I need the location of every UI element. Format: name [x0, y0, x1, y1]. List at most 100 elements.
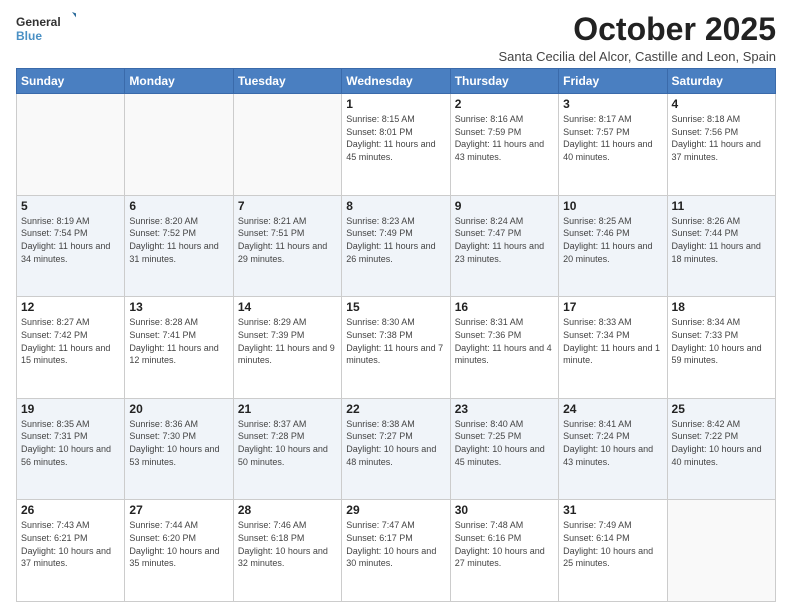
day-info: Sunrise: 8:41 AM Sunset: 7:24 PM Dayligh…: [563, 418, 662, 468]
day-info: Sunrise: 8:42 AM Sunset: 7:22 PM Dayligh…: [672, 418, 771, 468]
day-number: 25: [672, 402, 771, 416]
calendar-cell-w5d3: 28 Sunrise: 7:46 AM Sunset: 6:18 PM Dayli…: [233, 500, 341, 602]
calendar-cell-w4d2: 20 Sunrise: 8:36 AM Sunset: 7:30 PM Dayli…: [125, 398, 233, 500]
col-tuesday: Tuesday: [233, 69, 341, 94]
calendar-cell-w4d3: 21Sunrise: 8:37 AM Sunset: 7:28 PM Dayli…: [233, 398, 341, 500]
day-number: 10: [563, 199, 662, 213]
day-number: 22: [346, 402, 445, 416]
day-number: 2: [455, 97, 554, 111]
day-info: Sunrise: 8:20 AM Sunset: 7:52 PM Dayligh…: [129, 215, 228, 265]
day-info: Sunrise: 8:36 AM Sunset: 7:30 PM Dayligh…: [129, 418, 228, 468]
day-number: 6: [129, 199, 228, 213]
calendar-cell-w3d6: 17 Sunrise: 8:33 AM Sunset: 7:34 PM Dayli…: [559, 297, 667, 399]
day-info: Sunrise: 8:24 AM Sunset: 7:47 PM Dayligh…: [455, 215, 554, 265]
day-number: 30: [455, 503, 554, 517]
calendar-cell-w3d3: 14 Sunrise: 8:29 AM Sunset: 7:39 PM Dayli…: [233, 297, 341, 399]
calendar-cell-w2d7: 11 Sunrise: 8:26 AM Sunset: 7:44 PM Dayli…: [667, 195, 775, 297]
day-info: Sunrise: 8:25 AM Sunset: 7:46 PM Dayligh…: [563, 215, 662, 265]
calendar-cell-w2d6: 10 Sunrise: 8:25 AM Sunset: 7:46 PM Dayli…: [559, 195, 667, 297]
day-number: 8: [346, 199, 445, 213]
day-info: Sunrise: 7:48 AM Sunset: 6:16 PM Dayligh…: [455, 519, 554, 569]
calendar-cell-w3d2: 13 Sunrise: 8:28 AM Sunset: 7:41 PM Dayli…: [125, 297, 233, 399]
week-row-5: 26Sunrise: 7:43 AM Sunset: 6:21 PM Dayli…: [17, 500, 776, 602]
day-info: Sunrise: 8:18 AM Sunset: 7:56 PM Dayligh…: [672, 113, 771, 163]
day-info: Sunrise: 8:28 AM Sunset: 7:41 PM Dayligh…: [129, 316, 228, 366]
logo: General Blue: [16, 12, 76, 48]
calendar-cell-w2d4: 8 Sunrise: 8:23 AM Sunset: 7:49 PM Daylig…: [342, 195, 450, 297]
day-info: Sunrise: 7:43 AM Sunset: 6:21 PM Dayligh…: [21, 519, 120, 569]
day-info: Sunrise: 7:47 AM Sunset: 6:17 PM Dayligh…: [346, 519, 445, 569]
calendar-cell-w1d4: 1Sunrise: 8:15 AM Sunset: 8:01 PM Daylig…: [342, 94, 450, 196]
calendar-cell-w3d1: 12Sunrise: 8:27 AM Sunset: 7:42 PM Dayli…: [17, 297, 125, 399]
day-number: 9: [455, 199, 554, 213]
col-wednesday: Wednesday: [342, 69, 450, 94]
col-sunday: Sunday: [17, 69, 125, 94]
day-number: 11: [672, 199, 771, 213]
col-saturday: Saturday: [667, 69, 775, 94]
calendar-cell-w5d6: 31 Sunrise: 7:49 AM Sunset: 6:14 PM Dayli…: [559, 500, 667, 602]
day-number: 5: [21, 199, 120, 213]
day-info: Sunrise: 8:26 AM Sunset: 7:44 PM Dayligh…: [672, 215, 771, 265]
day-info: Sunrise: 7:46 AM Sunset: 6:18 PM Dayligh…: [238, 519, 337, 569]
day-number: 29: [346, 503, 445, 517]
calendar-cell-w3d7: 18Sunrise: 8:34 AM Sunset: 7:33 PM Dayli…: [667, 297, 775, 399]
calendar-cell-w3d4: 15 Sunrise: 8:30 AM Sunset: 7:38 PM Dayli…: [342, 297, 450, 399]
day-info: Sunrise: 8:33 AM Sunset: 7:34 PM Dayligh…: [563, 316, 662, 366]
day-info: Sunrise: 8:19 AM Sunset: 7:54 PM Dayligh…: [21, 215, 120, 265]
day-number: 31: [563, 503, 662, 517]
calendar-cell-w1d1: [17, 94, 125, 196]
day-number: 7: [238, 199, 337, 213]
week-row-4: 19Sunrise: 8:35 AM Sunset: 7:31 PM Dayli…: [17, 398, 776, 500]
day-info: Sunrise: 7:49 AM Sunset: 6:14 PM Dayligh…: [563, 519, 662, 569]
day-info: Sunrise: 8:31 AM Sunset: 7:36 PM Dayligh…: [455, 316, 554, 366]
day-info: Sunrise: 8:38 AM Sunset: 7:27 PM Dayligh…: [346, 418, 445, 468]
week-row-1: 1Sunrise: 8:15 AM Sunset: 8:01 PM Daylig…: [17, 94, 776, 196]
month-title: October 2025: [498, 12, 776, 47]
calendar-cell-w5d1: 26Sunrise: 7:43 AM Sunset: 6:21 PM Dayli…: [17, 500, 125, 602]
day-info: Sunrise: 8:21 AM Sunset: 7:51 PM Dayligh…: [238, 215, 337, 265]
week-row-3: 12Sunrise: 8:27 AM Sunset: 7:42 PM Dayli…: [17, 297, 776, 399]
day-info: Sunrise: 8:16 AM Sunset: 7:59 PM Dayligh…: [455, 113, 554, 163]
day-info: Sunrise: 8:29 AM Sunset: 7:39 PM Dayligh…: [238, 316, 337, 366]
title-block: October 2025 Santa Cecilia del Alcor, Ca…: [498, 12, 776, 64]
day-number: 3: [563, 97, 662, 111]
calendar-cell-w4d1: 19Sunrise: 8:35 AM Sunset: 7:31 PM Dayli…: [17, 398, 125, 500]
col-monday: Monday: [125, 69, 233, 94]
calendar-cell-w1d6: 3 Sunrise: 8:17 AM Sunset: 7:57 PM Daylig…: [559, 94, 667, 196]
day-info: Sunrise: 8:17 AM Sunset: 7:57 PM Dayligh…: [563, 113, 662, 163]
subtitle: Santa Cecilia del Alcor, Castille and Le…: [498, 49, 776, 64]
day-info: Sunrise: 8:23 AM Sunset: 7:49 PM Dayligh…: [346, 215, 445, 265]
day-number: 13: [129, 300, 228, 314]
week-row-2: 5 Sunrise: 8:19 AM Sunset: 7:54 PM Daylig…: [17, 195, 776, 297]
day-number: 20: [129, 402, 228, 416]
page: General Blue October 2025 Santa Cecilia …: [0, 0, 792, 612]
calendar-cell-w2d2: 6 Sunrise: 8:20 AM Sunset: 7:52 PM Daylig…: [125, 195, 233, 297]
svg-text:Blue: Blue: [16, 29, 42, 43]
day-number: 16: [455, 300, 554, 314]
day-info: Sunrise: 8:15 AM Sunset: 8:01 PM Dayligh…: [346, 113, 445, 163]
logo-svg: General Blue: [16, 12, 76, 48]
calendar-cell-w4d6: 24Sunrise: 8:41 AM Sunset: 7:24 PM Dayli…: [559, 398, 667, 500]
day-number: 17: [563, 300, 662, 314]
calendar-cell-w1d3: [233, 94, 341, 196]
calendar-cell-w1d2: [125, 94, 233, 196]
day-info: Sunrise: 8:27 AM Sunset: 7:42 PM Dayligh…: [21, 316, 120, 366]
day-info: Sunrise: 8:30 AM Sunset: 7:38 PM Dayligh…: [346, 316, 445, 366]
calendar-cell-w2d1: 5 Sunrise: 8:19 AM Sunset: 7:54 PM Daylig…: [17, 195, 125, 297]
calendar-cell-w5d4: 29 Sunrise: 7:47 AM Sunset: 6:17 PM Dayli…: [342, 500, 450, 602]
calendar-cell-w4d4: 22 Sunrise: 8:38 AM Sunset: 7:27 PM Dayli…: [342, 398, 450, 500]
day-number: 15: [346, 300, 445, 314]
day-number: 21: [238, 402, 337, 416]
day-info: Sunrise: 8:35 AM Sunset: 7:31 PM Dayligh…: [21, 418, 120, 468]
calendar-cell-w4d7: 25 Sunrise: 8:42 AM Sunset: 7:22 PM Dayli…: [667, 398, 775, 500]
calendar-cell-w4d5: 23Sunrise: 8:40 AM Sunset: 7:25 PM Dayli…: [450, 398, 558, 500]
calendar-cell-w2d5: 9 Sunrise: 8:24 AM Sunset: 7:47 PM Daylig…: [450, 195, 558, 297]
day-number: 14: [238, 300, 337, 314]
day-number: 4: [672, 97, 771, 111]
calendar-cell-w5d7: [667, 500, 775, 602]
day-number: 28: [238, 503, 337, 517]
calendar-cell-w1d7: 4 Sunrise: 8:18 AM Sunset: 7:56 PM Daylig…: [667, 94, 775, 196]
header: General Blue October 2025 Santa Cecilia …: [16, 12, 776, 64]
day-info: Sunrise: 8:40 AM Sunset: 7:25 PM Dayligh…: [455, 418, 554, 468]
col-friday: Friday: [559, 69, 667, 94]
